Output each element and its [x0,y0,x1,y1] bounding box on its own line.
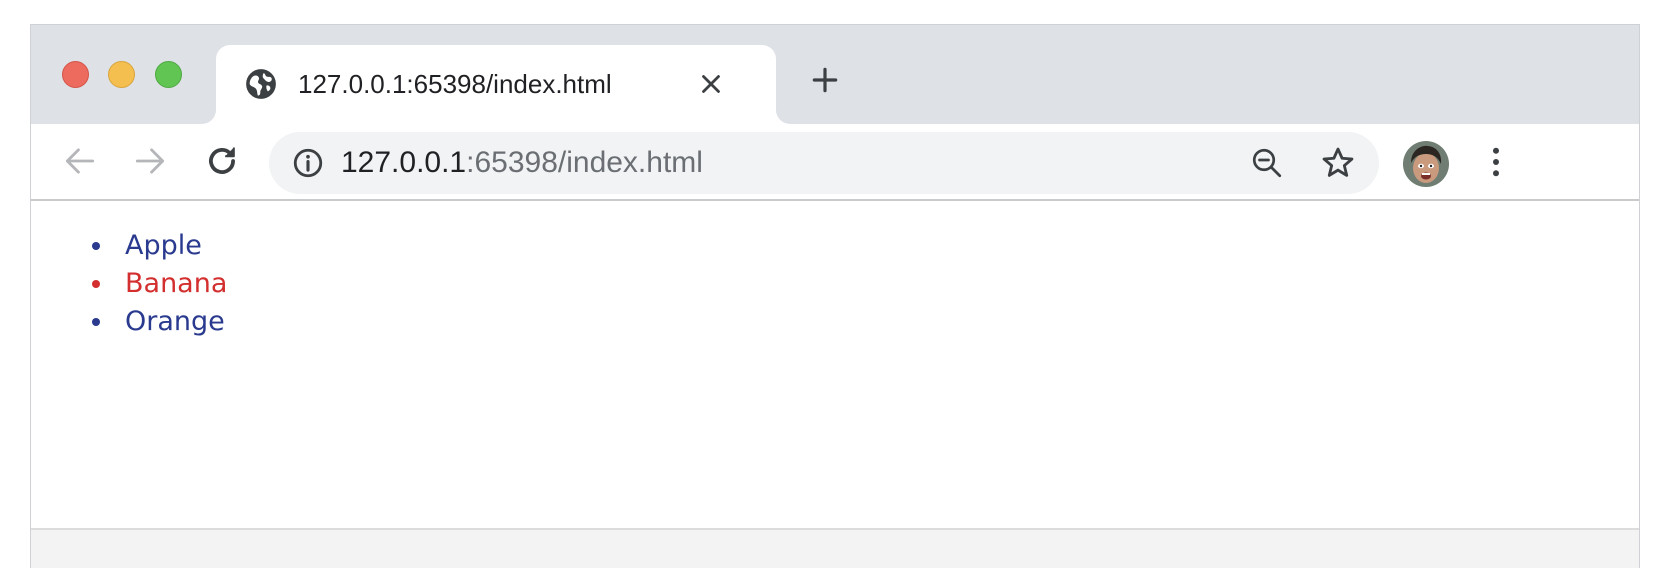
close-icon[interactable] [696,69,726,99]
info-icon[interactable] [291,146,325,180]
address-bar[interactable]: 127.0.0.1:65398/index.html [269,132,1379,194]
list-item: Banana [89,265,227,303]
list-item-label: Banana [125,268,228,299]
toolbar: 127.0.0.1:65398/index.html [31,124,1639,201]
bottom-edge [31,528,1639,568]
profile-avatar[interactable] [1403,141,1449,187]
list-bullet [92,280,100,288]
globe-icon [246,69,276,99]
tab-title: 127.0.0.1:65398/index.html [298,69,612,99]
url-text[interactable]: 127.0.0.1:65398/index.html [341,145,703,181]
avatar-image [1403,141,1449,187]
back-button[interactable] [61,142,99,180]
window-minimize-button[interactable] [108,61,135,88]
list-item: Apple [89,227,227,265]
forward-button[interactable] [131,142,169,180]
list-bullet [92,242,100,250]
reload-button[interactable] [203,142,241,180]
list-bullet [92,318,100,326]
url-host: 127.0.0.1 [341,146,467,179]
active-tab[interactable]: 127.0.0.1:65398/index.html [216,45,776,124]
page-content: Apple Banana Orange [31,201,1639,531]
list-item: Orange [89,303,227,341]
list-item-label: Apple [125,230,202,261]
list-item-label: Orange [125,306,225,337]
window-maximize-button[interactable] [155,61,182,88]
new-tab-button[interactable] [809,64,841,96]
browser-window: 127.0.0.1:65398/index.html 127.0.0.1:653… [30,24,1640,568]
star-icon[interactable] [1319,144,1357,182]
fruit-list: Apple Banana Orange [89,227,227,341]
tab-strip: 127.0.0.1:65398/index.html [31,25,1639,124]
more-vertical-icon[interactable] [1481,142,1511,182]
zoom-out-icon[interactable] [1249,145,1285,181]
window-close-button[interactable] [62,61,89,88]
url-path: :65398/index.html [466,146,703,179]
